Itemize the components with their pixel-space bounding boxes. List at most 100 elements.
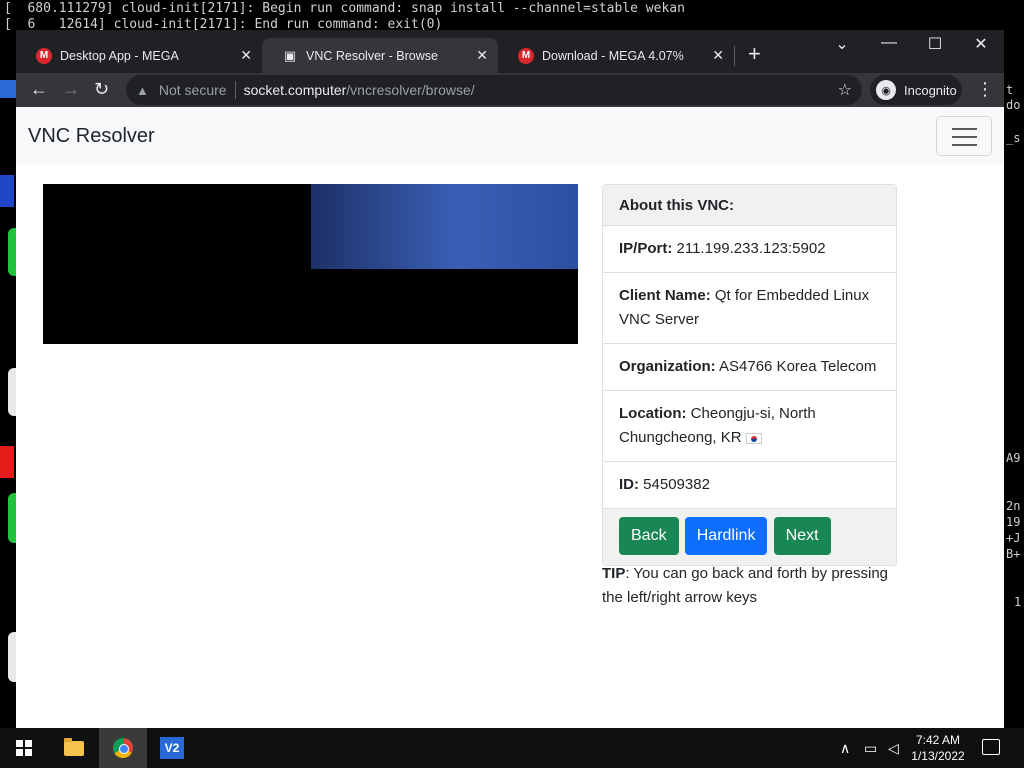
tab-vnc-resolver[interactable]: ▣ VNC Resolver - Browse ✕ [262, 38, 498, 73]
tip-label: TIP [602, 565, 626, 582]
folder-icon [64, 737, 84, 756]
browser-window: M Desktop App - MEGA ✕ ▣ VNC Resolver - … [16, 30, 1004, 728]
file-explorer-button[interactable] [50, 728, 98, 768]
hamburger-bar [952, 128, 977, 130]
notifications-icon[interactable] [982, 739, 1000, 755]
incognito-icon: ◉ [876, 80, 896, 100]
divider [234, 81, 236, 99]
url-host: socket.computer [243, 82, 347, 98]
vnc-viewer-taskbar-button[interactable]: V2 [148, 728, 196, 768]
close-icon[interactable]: ✕ [240, 47, 252, 64]
address-bar[interactable]: ▲ Not secure socket.computer /vncresolve… [126, 75, 862, 105]
terminal-fragment: do [1006, 98, 1021, 112]
organization-label: Organization: [619, 358, 716, 375]
card-footer: Back Hardlink Next [603, 509, 896, 565]
minimize-button[interactable]: — [866, 34, 912, 52]
tab-desktop-app-mega[interactable]: M Desktop App - MEGA ✕ [16, 38, 262, 73]
next-button[interactable]: Next [773, 517, 831, 555]
mega-icon: M [518, 47, 534, 64]
vnc-viewer-icon: V2 [160, 737, 184, 759]
maximize-button[interactable]: ☐ [912, 34, 958, 54]
location-label: Location: [619, 405, 687, 422]
terminal-fragment: t [1006, 83, 1014, 97]
terminal-line: [ 680.111279] cloud-init[2171]: Begin ru… [4, 1, 685, 16]
tab-separator [734, 46, 735, 66]
window-edge [8, 632, 16, 682]
window-edge [0, 446, 14, 478]
chrome-icon [113, 738, 133, 758]
bookmark-star-icon[interactable]: ☆ [838, 80, 852, 100]
tip-body: : You can go back and forth by pressing … [602, 565, 889, 606]
window-edge [8, 368, 16, 416]
hardlink-button[interactable]: Hardlink [684, 517, 768, 555]
id-row: ID: 54509382 [603, 462, 896, 509]
client-name-row: Client Name: Qt for Embedded Linux VNC S… [603, 273, 896, 344]
mega-icon: M [36, 47, 52, 64]
taskbar: V2 ∧ ▭ ◁ 7:42 AM 1/13/2022 [0, 728, 1024, 768]
network-icon[interactable]: ▭ [864, 740, 877, 757]
close-window-button[interactable]: ✕ [958, 34, 1004, 54]
clock-time: 7:42 AM [915, 733, 961, 747]
korea-flag-icon [745, 432, 762, 444]
new-tab-button[interactable]: + [748, 42, 761, 66]
show-hidden-icons-chevron[interactable]: ∧ [840, 740, 850, 757]
clock-date: 1/13/2022 [911, 749, 965, 763]
menu-toggle-button[interactable] [936, 116, 992, 156]
id-value: 54509382 [643, 476, 710, 493]
close-icon[interactable]: ✕ [476, 47, 488, 64]
organization-value: AS4766 Korea Telecom [719, 358, 877, 375]
terminal-fragment: A9 [1006, 451, 1021, 465]
tab-search-icon[interactable]: ⌄ [819, 34, 865, 54]
security-status[interactable]: Not secure [159, 82, 227, 98]
system-clock[interactable]: 7:42 AM 1/13/2022 [908, 732, 968, 764]
terminal-fragment: 2n [1006, 499, 1021, 513]
location-row: Location: Cheongju-si, North Chungcheong… [603, 391, 896, 462]
tip-text: TIP: You can go back and forth by pressi… [602, 562, 902, 610]
warning-icon[interactable]: ▲ [136, 83, 149, 98]
id-label: ID: [619, 476, 639, 493]
tab-label: VNC Resolver - Browse [306, 48, 438, 63]
url-path: /vncresolver/browse/ [346, 82, 475, 98]
screenshot-dark-region [311, 274, 375, 344]
start-button[interactable] [0, 728, 48, 768]
site-navbar: VNC Resolver [16, 107, 1004, 164]
hamburger-bar [952, 144, 977, 146]
tab-label: Download - MEGA 4.07% [542, 48, 684, 63]
screenshot-blue-region [311, 184, 578, 269]
site-brand[interactable]: VNC Resolver [28, 125, 155, 148]
browser-toolbar: ← → ↻ ▲ Not secure socket.computer /vncr… [16, 73, 1004, 107]
vnc-info-card: About this VNC: IP/Port: 211.199.233.123… [602, 184, 897, 566]
terminal-fragment: 1 [1014, 595, 1022, 609]
terminal-fragment: _s [1006, 131, 1021, 145]
organization-row: Organization: AS4766 Korea Telecom [603, 344, 896, 391]
ip-port-row: IP/Port: 211.199.233.123:5902 [603, 226, 896, 273]
tab-download-mega[interactable]: M Download - MEGA 4.07% ✕ [498, 38, 734, 73]
profile-label: Incognito [904, 82, 957, 98]
terminal-fragment: B+ [1006, 547, 1021, 561]
vnc-icon: ▣ [283, 47, 297, 63]
volume-muted-icon[interactable]: ◁ [888, 740, 899, 757]
more-menu-icon[interactable]: ⋮ [976, 79, 994, 100]
vnc-screenshot [43, 184, 578, 344]
window-edge [0, 80, 16, 98]
terminal-fragment: +J [1006, 531, 1021, 545]
back-arrow-icon[interactable]: ← [30, 79, 48, 99]
web-page: VNC Resolver About this VNC: IP/Port: 21… [16, 107, 1004, 728]
client-name-label: Client Name: [619, 287, 711, 304]
close-icon[interactable]: ✕ [712, 47, 724, 64]
reload-icon[interactable]: ↻ [94, 79, 109, 99]
terminal-fragment: 19 [1006, 515, 1021, 529]
windows-logo-icon [16, 740, 32, 756]
chrome-taskbar-button[interactable] [99, 728, 147, 768]
window-edge [0, 175, 14, 207]
forward-arrow-icon[interactable]: → [62, 79, 80, 99]
card-header: About this VNC: [603, 185, 896, 226]
hamburger-bar [952, 136, 977, 138]
incognito-profile-button[interactable]: ◉ Incognito [870, 75, 962, 105]
screenshot-dark-region [375, 269, 578, 344]
ip-port-label: IP/Port: [619, 240, 673, 257]
tab-label: Desktop App - MEGA [60, 48, 179, 63]
tab-strip: M Desktop App - MEGA ✕ ▣ VNC Resolver - … [16, 30, 1004, 73]
back-button[interactable]: Back [619, 517, 679, 555]
ip-port-value: 211.199.233.123:5902 [676, 240, 826, 257]
